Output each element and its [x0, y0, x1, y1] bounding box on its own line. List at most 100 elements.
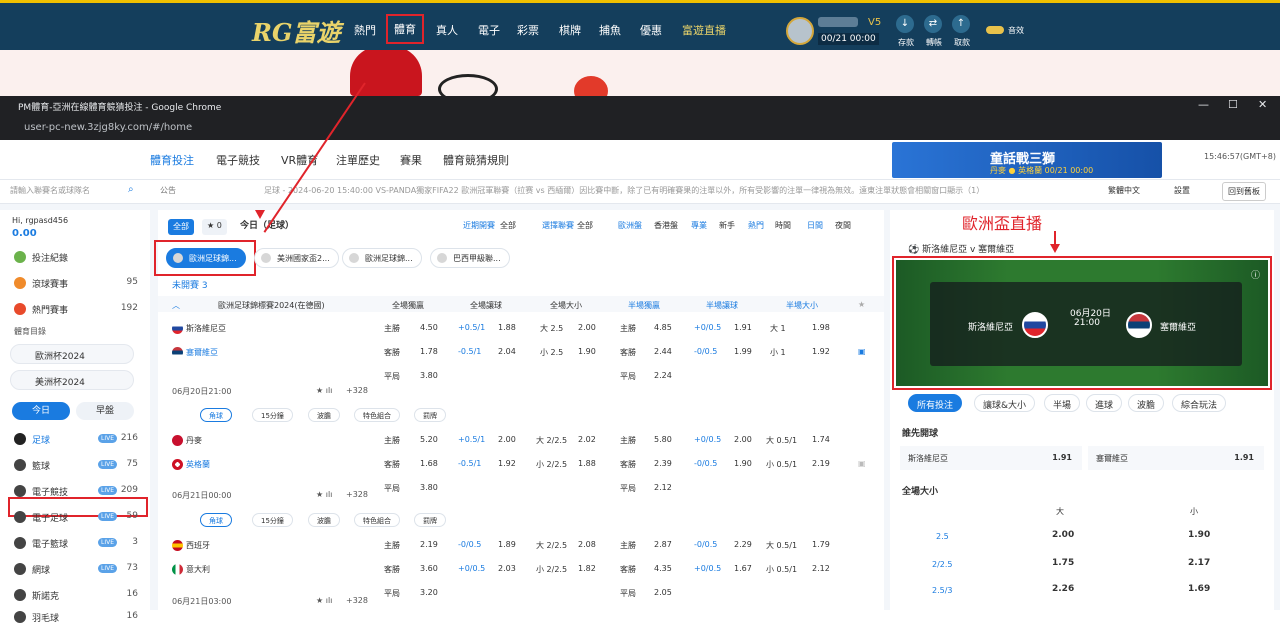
odds-value[interactable]: 1.99	[734, 347, 752, 356]
star-icon[interactable]: ★ ılı	[316, 386, 332, 395]
team-home[interactable]: 斯洛維尼亞	[172, 323, 226, 334]
odds-value[interactable]: 2.87	[654, 540, 672, 549]
tab-combo[interactable]: 綜合玩法	[1172, 394, 1227, 412]
tab-sports-bet[interactable]: 體育投注	[150, 152, 194, 168]
odds-value[interactable]: 2.05	[654, 588, 672, 597]
filter-day[interactable]: 日間	[807, 220, 823, 231]
odds-value[interactable]: 2.44	[654, 347, 672, 356]
tab-correct-score[interactable]: 波膽	[1128, 394, 1165, 412]
ou-over-odds[interactable]: 2.26	[1052, 584, 1074, 594]
deposit-label[interactable]: 存款	[898, 37, 914, 48]
odds-value[interactable]: 2.00	[498, 435, 516, 444]
nav-fishing[interactable]: 捕魚	[599, 22, 621, 38]
sidebar-sport-efootball[interactable]: 電子足球 LIVE 59	[0, 504, 150, 530]
odds-value[interactable]: 1.88	[578, 459, 596, 468]
odds-value[interactable]: 3.60	[420, 564, 438, 573]
odds-cell-home[interactable]: 斯洛維尼亞 1.91	[900, 446, 1082, 470]
odds-value[interactable]: 1.90	[578, 347, 596, 356]
market-correct-score[interactable]: 波膽	[308, 408, 340, 422]
odds-value[interactable]: 2.39	[654, 459, 672, 468]
odds-value[interactable]: 2.19	[812, 459, 830, 468]
odds-value[interactable]: 1.92	[498, 459, 516, 468]
odds-value[interactable]: 2.04	[498, 347, 516, 356]
search-icon[interactable]: ⌕	[128, 184, 134, 195]
old-version-button[interactable]: 回到舊板	[1222, 182, 1266, 201]
sidebar-bet-record[interactable]: 投注紀錄	[0, 244, 150, 270]
address-bar[interactable]: user-pc-new.3zjg8ky.com/#/home	[24, 122, 192, 133]
settings-link[interactable]: 設置	[1174, 185, 1190, 196]
more-markets-count[interactable]: +328	[346, 386, 368, 395]
market-15min[interactable]: 15分鐘	[252, 513, 293, 527]
nav-chess[interactable]: 棋牌	[559, 22, 581, 38]
team-away[interactable]: 塞爾維亞	[172, 347, 218, 358]
ou-over-odds[interactable]: 2.00	[1052, 530, 1074, 540]
sidebar-sport-badminton[interactable]: 羽毛球 16	[0, 604, 150, 630]
tab-esports[interactable]: 電子競技	[216, 152, 260, 168]
filter-hot[interactable]: 熱門	[748, 220, 764, 231]
sound-toggle[interactable]	[986, 26, 1004, 34]
odds-value[interactable]: 1.88	[498, 323, 516, 332]
sidebar-sport-basketball[interactable]: 籃球 LIVE 75	[0, 452, 150, 478]
live-stream-icon[interactable]: ▣	[858, 459, 866, 468]
user-avatar[interactable]	[786, 17, 814, 45]
more-markets-count[interactable]: +328	[346, 596, 368, 605]
market-corner[interactable]: 角球	[200, 513, 232, 527]
tab-goals[interactable]: 進球	[1086, 394, 1123, 412]
odds-value[interactable]: 1.90	[734, 459, 752, 468]
league-tab-euro-2[interactable]: 歐洲足球錦...	[342, 248, 422, 268]
market-cards[interactable]: 罰牌	[414, 513, 446, 527]
odds-value[interactable]: 2.00	[578, 323, 596, 332]
nav-hot[interactable]: 熱門	[354, 22, 376, 38]
odds-value[interactable]: 1.89	[498, 540, 516, 549]
league-tab-brazil[interactable]: 巴西甲級聯...	[430, 248, 510, 268]
sidebar-inplay[interactable]: 滾球賽事 95	[0, 270, 150, 296]
market-special-combo[interactable]: 特色組合	[354, 408, 400, 422]
language-select[interactable]: 繁體中文	[1108, 185, 1140, 196]
odds-value[interactable]: 4.85	[654, 323, 672, 332]
team-away[interactable]: 英格蘭	[172, 459, 210, 470]
odds-value[interactable]: 3.80	[420, 371, 438, 380]
transfer-icon[interactable]: ⇄	[924, 15, 942, 33]
filter-recent[interactable]: 近期開賽	[463, 220, 495, 231]
nav-live-stream[interactable]: 富遊直播	[682, 22, 726, 38]
odds-value[interactable]: 1.98	[812, 323, 830, 332]
sidebar-hot[interactable]: 熱門賽事 192	[0, 296, 150, 322]
ou-over-odds[interactable]: 1.75	[1052, 558, 1074, 568]
transfer-label[interactable]: 轉帳	[926, 37, 942, 48]
odds-cell-away[interactable]: 塞爾維亞 1.91	[1088, 446, 1264, 470]
nav-live-casino[interactable]: 真人	[436, 22, 458, 38]
odds-value[interactable]: 4.50	[420, 323, 438, 332]
market-cards[interactable]: 罰牌	[414, 408, 446, 422]
tab-rules[interactable]: 體育競猜規則	[443, 152, 509, 168]
team-home[interactable]: 丹麥	[172, 435, 202, 446]
odds-value[interactable]: 1.67	[734, 564, 752, 573]
tab-results[interactable]: 賽果	[400, 152, 422, 168]
filter-recent-value[interactable]: 全部	[500, 220, 516, 231]
odds-value[interactable]: 1.79	[812, 540, 830, 549]
sidebar-sport-football[interactable]: 足球 LIVE 216	[0, 426, 150, 452]
filter-league[interactable]: 選擇聯賽	[542, 220, 574, 231]
odds-value[interactable]: 1.91	[734, 323, 752, 332]
league-tab-copa[interactable]: 美洲國家盃2...	[254, 248, 339, 268]
sidebar-sport-esports[interactable]: 電子競技 LIVE 209	[0, 478, 150, 504]
star-icon[interactable]: ★ ılı	[316, 490, 332, 499]
filter-pro[interactable]: 專業	[691, 220, 707, 231]
odds-value[interactable]: 2.00	[734, 435, 752, 444]
market-corner[interactable]: 角球	[200, 408, 232, 422]
odds-value[interactable]: 1.82	[578, 564, 596, 573]
sidebar-sport-ebasketball[interactable]: 電子籃球 LIVE 3	[0, 530, 150, 556]
team-home[interactable]: 西班牙	[172, 540, 210, 551]
ou-under-odds[interactable]: 1.90	[1188, 530, 1210, 540]
star-icon[interactable]: ★	[858, 300, 865, 309]
team-away[interactable]: 意大利	[172, 564, 210, 575]
filter-hk-odds[interactable]: 香港盤	[654, 220, 678, 231]
nav-promotions[interactable]: 優惠	[640, 22, 662, 38]
search-input[interactable]: 請輸入聯賽名或球隊名	[10, 185, 90, 196]
odds-value[interactable]: 1.74	[812, 435, 830, 444]
tab-half[interactable]: 半場	[1044, 394, 1081, 412]
tab-bet-history[interactable]: 注單歷史	[336, 152, 380, 168]
site-logo[interactable]: RG富遊	[252, 13, 340, 48]
odds-value[interactable]: 5.20	[420, 435, 438, 444]
filter-league-value[interactable]: 全部	[577, 220, 593, 231]
odds-value[interactable]: 2.29	[734, 540, 752, 549]
